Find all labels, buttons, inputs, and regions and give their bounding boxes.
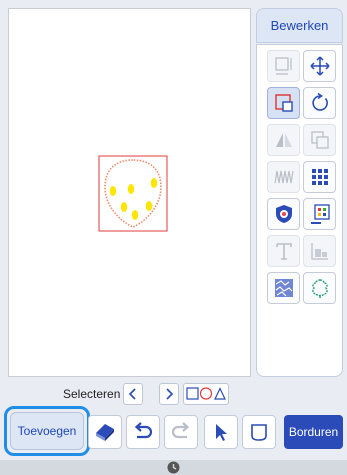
select-next-button[interactable]	[159, 383, 179, 405]
density-icon	[273, 170, 294, 184]
clock-icon	[167, 461, 180, 474]
outline-button[interactable]	[303, 272, 336, 304]
mirror-button[interactable]	[267, 124, 300, 156]
size-icon	[274, 57, 292, 75]
redo-button[interactable]	[164, 415, 198, 449]
text-icon	[275, 243, 292, 260]
design-canvas[interactable]	[8, 8, 251, 377]
arrow-left-icon	[128, 388, 136, 400]
select-pointer-button[interactable]	[204, 415, 238, 449]
move-icon	[309, 56, 330, 76]
move-button[interactable]	[303, 50, 336, 82]
select-previous-button[interactable]	[123, 383, 143, 405]
color-sort-button[interactable]	[303, 198, 336, 230]
select-bar: Selecteren	[8, 383, 343, 405]
fill-stitch-icon	[274, 279, 293, 297]
shapes-select-icon	[186, 387, 226, 400]
group-icon	[274, 94, 293, 112]
array-button[interactable]	[303, 161, 336, 193]
align-icon	[310, 243, 328, 260]
embroider-button[interactable]: Borduren	[284, 415, 343, 449]
frame-button[interactable]	[242, 415, 276, 449]
redo-icon	[171, 422, 190, 439]
arrow-right-icon	[166, 388, 174, 400]
edit-tool-panel	[256, 44, 343, 377]
color-sort-icon	[310, 204, 330, 224]
group-button[interactable]	[267, 87, 300, 119]
border-icon	[275, 205, 292, 223]
rotate-icon	[311, 92, 328, 111]
select-label: Selecteren	[63, 387, 121, 401]
array-icon	[311, 169, 328, 185]
text-button[interactable]	[267, 235, 300, 267]
pointer-icon	[216, 424, 227, 441]
border-button[interactable]	[267, 198, 300, 230]
select-shapes-button[interactable]	[183, 383, 229, 405]
duplicate-button[interactable]	[303, 124, 336, 156]
delete-button[interactable]	[88, 415, 122, 449]
size-button[interactable]	[267, 50, 300, 82]
duplicate-icon	[310, 131, 329, 149]
tab-edit[interactable]: Bewerken	[256, 8, 343, 43]
undo-button[interactable]	[126, 415, 160, 449]
density-button[interactable]	[267, 161, 300, 193]
add-button[interactable]: Toevoegen	[10, 412, 84, 450]
mirror-icon	[275, 133, 292, 147]
rotate-button[interactable]	[303, 87, 336, 119]
selection-frame[interactable]	[98, 155, 168, 232]
align-button[interactable]	[303, 235, 336, 267]
fill-stitch-button[interactable]	[267, 272, 300, 304]
undo-icon	[134, 422, 153, 439]
outline-icon	[311, 279, 328, 298]
eraser-icon	[96, 424, 114, 441]
frame-icon	[251, 424, 267, 441]
